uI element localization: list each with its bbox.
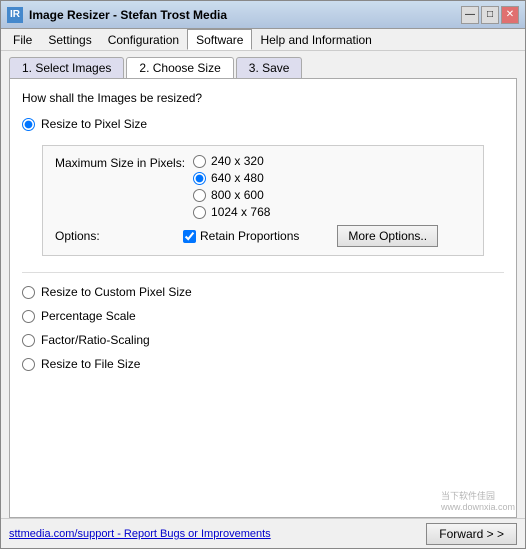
retain-proportions-row[interactable]: Retain Proportions [183, 229, 299, 243]
max-size-label: Maximum Size in Pixels: [55, 154, 185, 170]
pixel-size-group: Maximum Size in Pixels: 240 x 320 640 x … [42, 145, 484, 256]
menu-bar: File Settings Configuration Software Hel… [1, 29, 525, 51]
label-240x320: 240 x 320 [211, 154, 264, 168]
menu-configuration[interactable]: Configuration [100, 29, 187, 50]
label-factor: Factor/Ratio-Scaling [41, 333, 150, 347]
divider-1 [22, 272, 504, 273]
label-file-size: Resize to File Size [41, 357, 140, 371]
more-options-button[interactable]: More Options.. [337, 225, 438, 247]
minimize-button[interactable]: — [461, 6, 479, 24]
status-bar: sttmedia.com/support - Report Bugs or Im… [1, 518, 525, 548]
max-size-row: Maximum Size in Pixels: 240 x 320 640 x … [55, 154, 471, 219]
radio-1024x768[interactable] [193, 206, 206, 219]
label-custom-pixel: Resize to Custom Pixel Size [41, 285, 192, 299]
title-bar-text: IR Image Resizer - Stefan Trost Media [7, 7, 227, 23]
radio-percentage[interactable] [22, 310, 35, 323]
option-custom-pixel[interactable]: Resize to Custom Pixel Size [22, 285, 504, 299]
options-label: Options: [55, 229, 175, 243]
radio-file-size[interactable] [22, 358, 35, 371]
tab-save[interactable]: 3. Save [236, 57, 303, 78]
menu-file[interactable]: File [5, 29, 40, 50]
title-bar: IR Image Resizer - Stefan Trost Media — … [1, 1, 525, 29]
forward-button[interactable]: Forward > > [426, 523, 517, 545]
watermark: 当下软件佳园www.downxia.com [441, 489, 515, 512]
window-title: Image Resizer - Stefan Trost Media [29, 8, 227, 22]
title-controls: — □ ✕ [461, 6, 519, 24]
resize-question: How shall the Images be resized? [22, 91, 504, 105]
radio-640x480[interactable] [193, 172, 206, 185]
size-option-1024[interactable]: 1024 x 768 [193, 205, 270, 219]
radio-800x600[interactable] [193, 189, 206, 202]
app-icon: IR [7, 7, 23, 23]
label-640x480: 640 x 480 [211, 171, 264, 185]
close-button[interactable]: ✕ [501, 6, 519, 24]
pixel-sizes-list: 240 x 320 640 x 480 800 x 600 1024 x 768 [193, 154, 270, 219]
main-window: IR Image Resizer - Stefan Trost Media — … [0, 0, 526, 549]
label-percentage: Percentage Scale [41, 309, 136, 323]
label-pixel-size: Resize to Pixel Size [41, 117, 147, 131]
retain-proportions-label: Retain Proportions [200, 229, 299, 243]
option-factor[interactable]: Factor/Ratio-Scaling [22, 333, 504, 347]
radio-custom-pixel[interactable] [22, 286, 35, 299]
radio-240x320[interactable] [193, 155, 206, 168]
tab-choose-size[interactable]: 2. Choose Size [126, 57, 233, 78]
option-file-size[interactable]: Resize to File Size [22, 357, 504, 371]
radio-pixel-size[interactable] [22, 118, 35, 131]
menu-software[interactable]: Software [187, 29, 252, 50]
retain-proportions-checkbox[interactable] [183, 230, 196, 243]
options-row: Options: Retain Proportions More Options… [55, 225, 471, 247]
support-link[interactable]: sttmedia.com/support - Report Bugs or Im… [9, 528, 271, 540]
menu-help[interactable]: Help and Information [252, 29, 379, 50]
option-percentage[interactable]: Percentage Scale [22, 309, 504, 323]
label-800x600: 800 x 600 [211, 188, 264, 202]
tabs-bar: 1. Select Images 2. Choose Size 3. Save [1, 51, 525, 78]
size-option-800[interactable]: 800 x 600 [193, 188, 270, 202]
label-1024x768: 1024 x 768 [211, 205, 270, 219]
size-option-240[interactable]: 240 x 320 [193, 154, 270, 168]
option-pixel-size[interactable]: Resize to Pixel Size [22, 117, 504, 131]
content-area: How shall the Images be resized? Resize … [9, 78, 517, 518]
menu-settings[interactable]: Settings [40, 29, 99, 50]
tab-select-images[interactable]: 1. Select Images [9, 57, 124, 78]
size-option-640[interactable]: 640 x 480 [193, 171, 270, 185]
radio-factor[interactable] [22, 334, 35, 347]
maximize-button[interactable]: □ [481, 6, 499, 24]
